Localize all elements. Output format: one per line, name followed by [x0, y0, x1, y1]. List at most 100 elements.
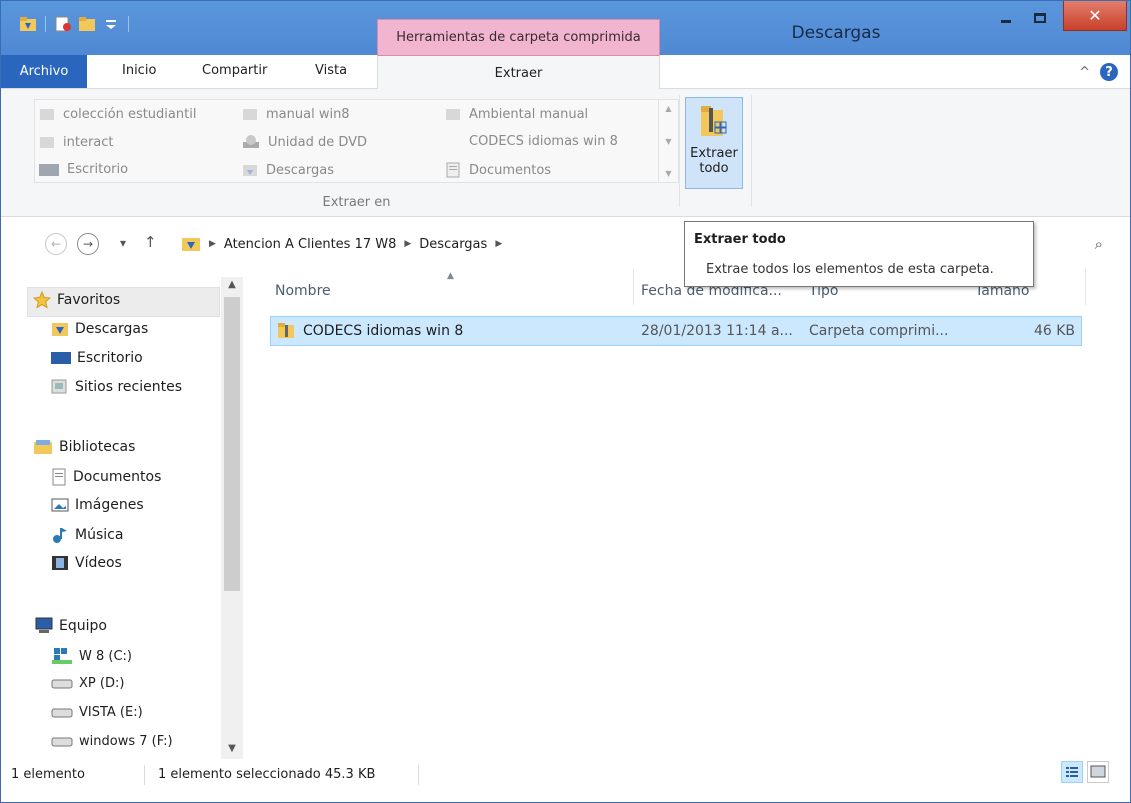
gallery-item-label: manual win8 — [266, 106, 350, 122]
nav-label: W 8 (C:) — [79, 648, 132, 664]
recent-locations-icon[interactable]: ▾ — [120, 236, 126, 250]
nav-label: Vídeos — [75, 555, 122, 571]
qat-separator-2 — [128, 16, 129, 32]
nav-escritorio[interactable]: Escritorio — [51, 350, 143, 366]
title-bar[interactable]: Herramientas de carpeta comprimida Desca… — [1, 1, 1130, 55]
status-item-count: 1 elemento — [11, 767, 85, 782]
forward-arrow-icon: → — [82, 237, 94, 251]
gallery-item[interactable]: Descargas — [242, 162, 334, 178]
gallery-item-label: Unidad de DVD — [268, 134, 368, 150]
gallery-item[interactable]: Documentos — [445, 162, 551, 178]
gallery-item-label: Descargas — [266, 162, 335, 178]
tab-archivo[interactable]: Archivo — [1, 55, 87, 88]
maximize-button[interactable] — [1025, 1, 1055, 35]
gallery-item[interactable]: Unidad de DVD — [242, 134, 367, 150]
scroll-down-icon[interactable]: ▼ — [221, 743, 243, 754]
sort-ascending-icon: ▲ — [447, 271, 454, 281]
navpane-scrollbar[interactable]: ▲ ▼ — [221, 277, 243, 759]
search-icon[interactable]: ⌕ — [1095, 235, 1103, 253]
extract-all-label-line2: todo — [699, 161, 729, 176]
group-label: Extraer en — [322, 195, 391, 210]
close-button[interactable]: ✕ — [1063, 1, 1127, 31]
customize-qat-icon[interactable] — [102, 15, 120, 33]
breadcrumb-separator-icon[interactable]: ▶ — [495, 239, 502, 249]
hard-drive-icon — [51, 708, 73, 717]
gallery-item[interactable]: interact — [39, 134, 114, 150]
up-arrow-icon[interactable]: ↑ — [144, 233, 157, 251]
scroll-up-icon[interactable]: ▲ — [221, 279, 243, 290]
nav-imagenes[interactable]: Imágenes — [51, 497, 144, 513]
nav-musica[interactable]: Música — [51, 526, 123, 544]
large-icons-view-button[interactable] — [1087, 761, 1109, 783]
table-row[interactable]: CODECS idiomas win 8 28/01/2013 11:14 a.… — [270, 316, 1082, 346]
extract-to-gallery: colección estudiantil interact Escritori… — [34, 99, 679, 183]
details-view-icon — [1066, 767, 1078, 777]
collapse-ribbon-icon[interactable]: ^ — [1079, 65, 1090, 80]
nav-label: Bibliotecas — [59, 439, 136, 455]
nav-label: Equipo — [59, 618, 107, 634]
gallery-item[interactable]: CODECS idiomas win 8 — [469, 134, 618, 149]
ribbon-controls: ^ ? — [1079, 63, 1118, 81]
properties-icon[interactable] — [54, 15, 72, 33]
nav-videos[interactable]: Vídeos — [51, 555, 122, 571]
folder-app-icon[interactable] — [19, 15, 37, 33]
breadcrumb-separator-icon[interactable]: ▶ — [209, 239, 216, 249]
nav-descargas[interactable]: Descargas — [51, 321, 148, 337]
tab-extraer[interactable]: Extraer — [377, 55, 660, 90]
breadcrumb-item[interactable]: Descargas — [419, 237, 487, 252]
back-button[interactable]: ← — [45, 233, 67, 255]
status-bar: 1 elemento 1 elemento seleccionado 45.3 … — [1, 759, 1130, 802]
status-separator — [144, 765, 145, 785]
gallery-up-icon[interactable]: ▲ — [665, 104, 671, 113]
nav-sitios-recientes[interactable]: Sitios recientes — [51, 379, 182, 395]
minimize-button[interactable] — [991, 1, 1021, 35]
search-box[interactable]: ⌕ — [1037, 231, 1115, 257]
details-view-button[interactable] — [1061, 761, 1083, 783]
gallery-down-icon[interactable]: ▼ — [665, 137, 671, 146]
gallery-item[interactable]: Ambiental manual — [445, 106, 588, 122]
gallery-item-label: interact — [63, 134, 114, 150]
nav-label: Sitios recientes — [75, 379, 182, 395]
breadcrumb-separator-icon[interactable]: ▶ — [404, 239, 411, 249]
help-icon[interactable]: ? — [1100, 63, 1118, 81]
nav-drive-f[interactable]: windows 7 (F:) — [51, 734, 173, 749]
nav-drive-e[interactable]: VISTA (E:) — [51, 705, 143, 720]
column-header-name[interactable]: Nombre — [275, 283, 331, 299]
gallery-item-label: Documentos — [469, 162, 552, 178]
column-separator[interactable] — [633, 269, 634, 305]
gallery-more-icon[interactable]: ▼ — [665, 169, 671, 178]
explorer-window: Herramientas de carpeta comprimida Desca… — [0, 0, 1131, 803]
tab-inicio[interactable]: Inicio — [122, 63, 156, 78]
nav-drive-d[interactable]: XP (D:) — [51, 676, 124, 691]
gallery-item[interactable]: colección estudiantil — [39, 106, 196, 122]
context-tab-header: Herramientas de carpeta comprimida — [377, 19, 660, 55]
forward-button[interactable]: → — [77, 233, 99, 255]
group-separator — [679, 95, 680, 207]
column-separator[interactable] — [1085, 269, 1086, 305]
gallery-item[interactable]: Escritorio — [39, 162, 128, 177]
extract-all-label: Extraer todo — [690, 146, 738, 176]
tab-compartir[interactable]: Compartir — [202, 63, 267, 78]
gallery-item[interactable]: manual win8 — [242, 106, 350, 122]
extract-all-label-line1: Extraer — [690, 146, 738, 161]
tab-vista[interactable]: Vista — [315, 63, 347, 78]
nav-bibliotecas[interactable]: Bibliotecas — [33, 439, 135, 455]
nav-equipo[interactable]: Equipo — [33, 617, 107, 635]
folder-icon — [40, 137, 54, 148]
desktop-icon — [51, 352, 71, 364]
extract-all-button[interactable]: Extraer todo — [685, 97, 743, 189]
address-bar[interactable]: ▶ Atencion A Clientes 17 W8 ▶ Descargas … — [181, 231, 683, 257]
breadcrumb-item[interactable]: Atencion A Clientes 17 W8 — [224, 237, 396, 252]
gallery-scroll[interactable]: ▲ ▼ ▼ — [658, 100, 678, 182]
music-icon — [53, 528, 67, 543]
scrollbar-thumb[interactable] — [224, 297, 240, 591]
nav-drive-c[interactable]: W 8 (C:) — [51, 647, 132, 665]
nav-label: VISTA (E:) — [79, 705, 143, 720]
nav-label: XP (D:) — [79, 676, 125, 691]
nav-label: Escritorio — [77, 350, 143, 366]
tooltip-body: Extrae todos los elementos de esta carpe… — [706, 262, 994, 277]
dvd-drive-icon — [243, 135, 259, 148]
nav-favoritos[interactable]: Favoritos — [33, 291, 120, 309]
new-folder-icon[interactable] — [78, 15, 96, 33]
nav-documentos[interactable]: Documentos — [51, 468, 161, 486]
